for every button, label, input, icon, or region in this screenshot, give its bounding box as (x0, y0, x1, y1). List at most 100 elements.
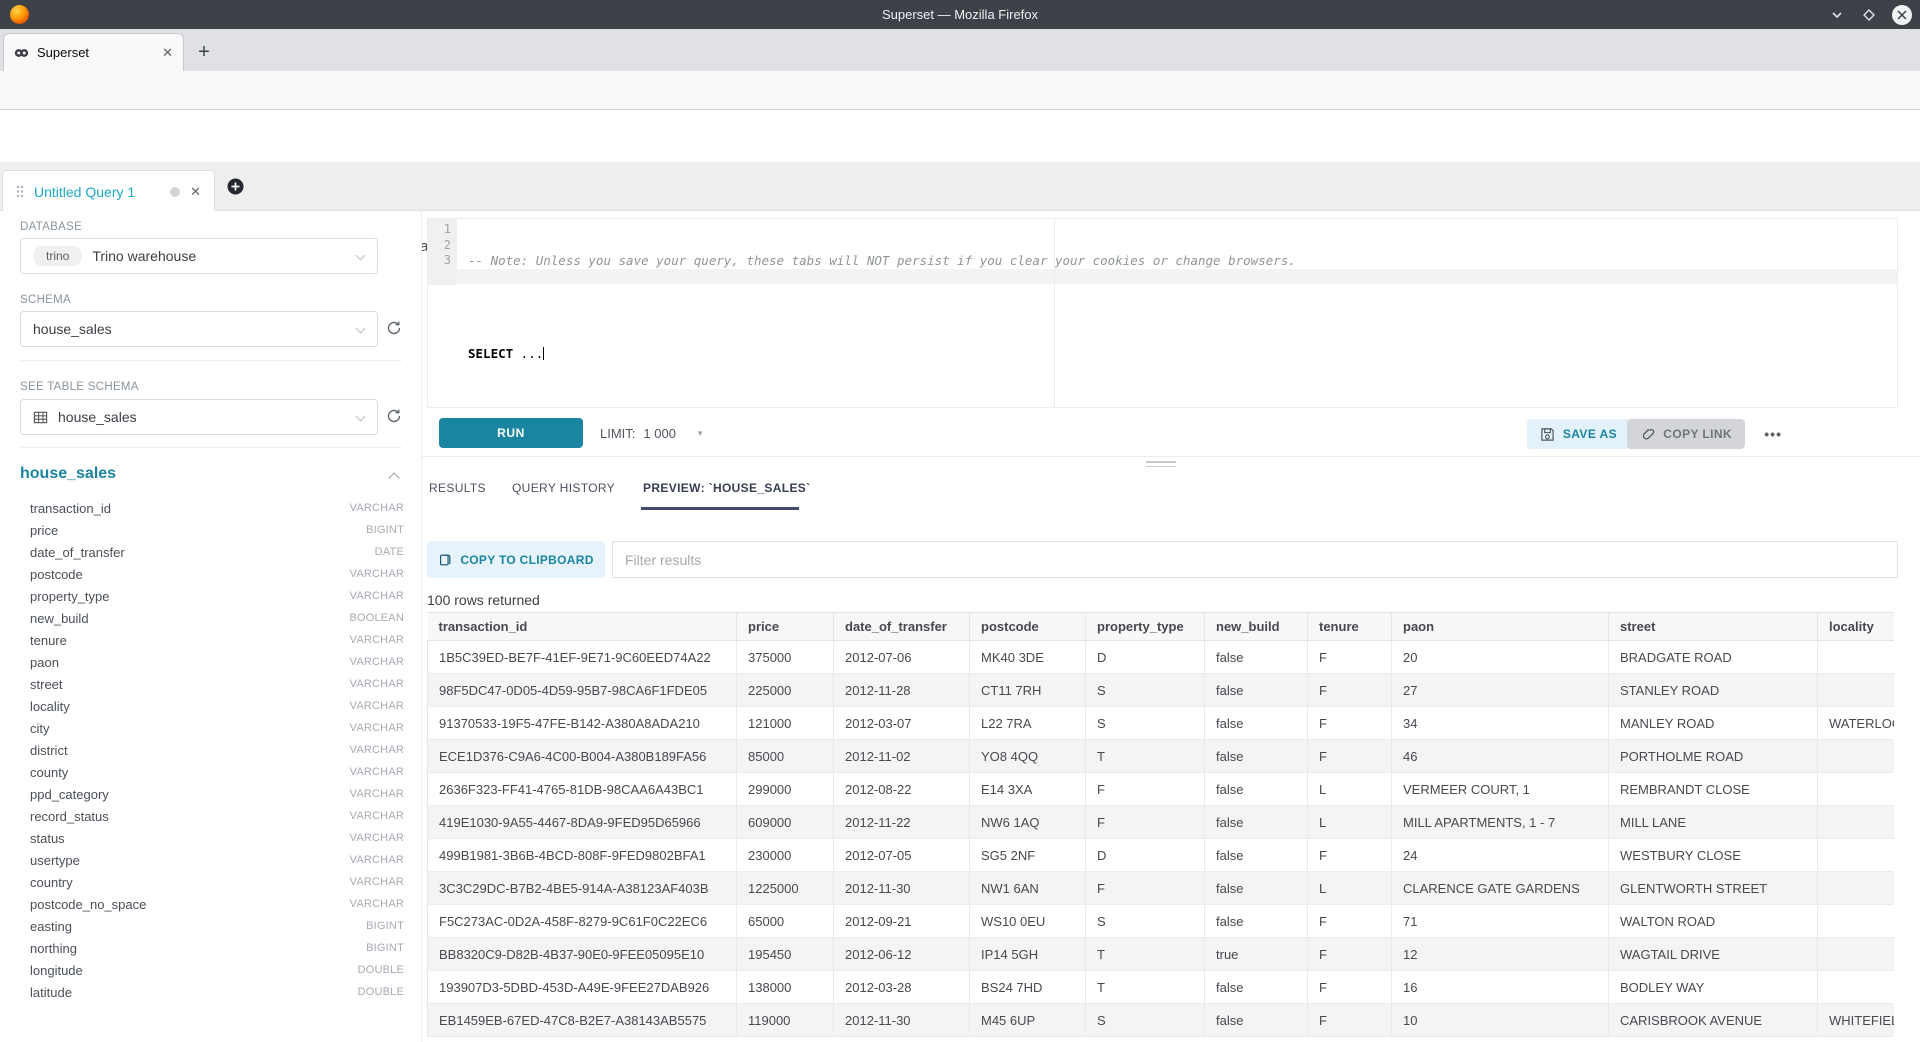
cell-new-build: false (1205, 839, 1308, 872)
sql-editor[interactable]: 123 -- Note: Unless you save your query,… (427, 218, 1898, 408)
editor-code[interactable]: -- Note: Unless you save your query, the… (468, 222, 1296, 393)
copy-to-clipboard-button[interactable]: COPY TO CLIPBOARD (427, 541, 605, 578)
table-column-row: paon VARCHAR (0, 651, 422, 673)
save-as-button[interactable]: SAVE AS (1527, 419, 1630, 449)
filter-results-input[interactable] (612, 541, 1898, 578)
results-column-header[interactable]: locality (1818, 613, 1895, 641)
column-type: VARCHAR (350, 722, 404, 734)
collapse-chevron-up-icon[interactable] (388, 472, 399, 483)
table-column-row: easting BIGINT (0, 915, 422, 937)
superset-navbar: Superset Dashboards Charts SQL Lab▾ Data… (0, 110, 1920, 163)
table-column-row: district VARCHAR (0, 739, 422, 761)
cell-date-of-transfer: 2012-11-02 (834, 740, 970, 773)
cell-tenure: F (1308, 707, 1392, 740)
tab-query-history[interactable]: QUERY HISTORY (512, 481, 615, 495)
table-row: 3C3C29DC-B7B2-4BE5-914A-A38123AF403B 122… (428, 872, 1895, 905)
tab-preview-house-sales[interactable]: PREVIEW: `HOUSE_SALES` (643, 481, 811, 495)
schema-select[interactable]: house_sales (20, 311, 378, 347)
cell-tenure: F (1308, 938, 1392, 971)
column-type: VARCHAR (350, 502, 404, 514)
refresh-tables-icon[interactable] (386, 408, 404, 426)
cell-paon: VERMEER COURT, 1 (1392, 773, 1609, 806)
column-name: district (30, 743, 350, 758)
results-column-header[interactable]: street (1609, 613, 1818, 641)
results-column-header[interactable]: new_build (1205, 613, 1308, 641)
sql-comment-line: -- Note: Unless you save your query, the… (468, 253, 1296, 269)
chevron-down-icon (356, 412, 366, 422)
limit-dropdown[interactable]: LIMIT: 1 000 ▾ (600, 418, 702, 448)
cell-street: REMBRANDT CLOSE (1609, 773, 1818, 806)
cell-property-type: F (1086, 872, 1205, 905)
table-row: 98F5DC47-0D05-4D59-95B7-98CA6F1FDE05 225… (428, 674, 1895, 707)
column-name: locality (30, 699, 350, 714)
cell-new-build: false (1205, 1004, 1308, 1037)
column-name: tenure (30, 633, 350, 648)
results-column-header[interactable]: paon (1392, 613, 1609, 641)
results-column-header[interactable]: price (737, 613, 834, 641)
database-type-badge: trino (33, 246, 82, 266)
cell-paon: 71 (1392, 905, 1609, 938)
window-title: Superset — Mozilla Firefox (0, 0, 1920, 29)
column-type: VARCHAR (350, 744, 404, 756)
cell-transaction-id: 2636F323-FF41-4765-81DB-98CAA6A43BC1 (428, 773, 737, 806)
cell-transaction-id: ECE1D376-C9A6-4C00-B004-A380B189FA56 (428, 740, 737, 773)
cell-transaction-id: F5C273AC-0D2A-458F-8279-9C61F0C22EC6 (428, 905, 737, 938)
cell-postcode: NW6 1AQ (970, 806, 1086, 839)
copy-link-button[interactable]: COPY LINK (1627, 419, 1745, 449)
results-column-header[interactable]: date_of_transfer (834, 613, 970, 641)
cell-paon: CLARENCE GATE GARDENS (1392, 872, 1609, 905)
results-column-header[interactable]: tenure (1308, 613, 1392, 641)
query-tab-active[interactable]: Untitled Query 1 ✕ (2, 170, 215, 212)
pane-splitter-handle[interactable] (1146, 461, 1176, 470)
cell-street: WAGTAIL DRIVE (1609, 938, 1818, 971)
cell-locality: WHITEFIELD (1818, 1004, 1895, 1037)
cell-locality (1818, 773, 1895, 806)
cell-new-build: false (1205, 740, 1308, 773)
table-row: 1B5C39ED-BE7F-41EF-9E71-9C60EED74A22 375… (428, 641, 1895, 674)
column-type: DOUBLE (358, 964, 404, 976)
cell-locality (1818, 938, 1895, 971)
results-column-header[interactable]: transaction_id (428, 613, 737, 641)
results-column-header[interactable]: postcode (970, 613, 1086, 641)
drag-handle-icon[interactable] (16, 185, 24, 198)
limit-value: 1 000 (643, 426, 676, 441)
cell-postcode: MK40 3DE (970, 641, 1086, 674)
cell-price: 299000 (737, 773, 834, 806)
new-browser-tab-button[interactable]: + (189, 37, 219, 67)
cell-transaction-id: 3C3C29DC-B7B2-4BE5-914A-A38123AF403B (428, 872, 737, 905)
cell-postcode: E14 3XA (970, 773, 1086, 806)
cell-date-of-transfer: 2012-07-06 (834, 641, 970, 674)
table-select[interactable]: house_sales (20, 399, 378, 435)
column-name: date_of_transfer (30, 545, 375, 560)
tab-results[interactable]: RESULTS (429, 481, 486, 495)
column-type: VARCHAR (350, 634, 404, 646)
refresh-schemas-icon[interactable] (386, 320, 404, 338)
table-column-row: usertype VARCHAR (0, 849, 422, 871)
cell-price: 119000 (737, 1004, 834, 1037)
more-options-button[interactable]: ••• (1764, 419, 1782, 449)
cell-price: 230000 (737, 839, 834, 872)
database-select[interactable]: trino Trino warehouse (20, 238, 378, 274)
cell-property-type: S (1086, 905, 1205, 938)
column-type: VARCHAR (350, 898, 404, 910)
table-row: BB8320C9-D82B-4B37-90E0-9FEE05095E10 195… (428, 938, 1895, 971)
results-column-header[interactable]: property_type (1086, 613, 1205, 641)
new-query-tab-button[interactable] (227, 178, 244, 200)
window-maximize-button[interactable] (1860, 6, 1878, 24)
cell-property-type: T (1086, 740, 1205, 773)
window-close-button[interactable] (1892, 5, 1912, 25)
window-minimize-button[interactable] (1828, 6, 1846, 24)
table-row: 91370533-19F5-47FE-B142-A380A8ADA210 121… (428, 707, 1895, 740)
column-name: new_build (30, 611, 349, 626)
cell-street: MANLEY ROAD (1609, 707, 1818, 740)
run-button[interactable]: RUN (439, 418, 583, 448)
cell-new-build: false (1205, 905, 1308, 938)
browser-tab-close-icon[interactable]: ✕ (162, 45, 173, 61)
browser-tabbar: Superset ✕ + (0, 29, 1920, 71)
browser-tab[interactable]: Superset ✕ (3, 33, 184, 71)
query-tab-close-icon[interactable]: ✕ (190, 184, 201, 200)
table-row: F5C273AC-0D2A-458F-8279-9C61F0C22EC6 650… (428, 905, 1895, 938)
save-icon (1540, 427, 1555, 442)
column-type: VARCHAR (350, 568, 404, 580)
column-name: status (30, 831, 350, 846)
